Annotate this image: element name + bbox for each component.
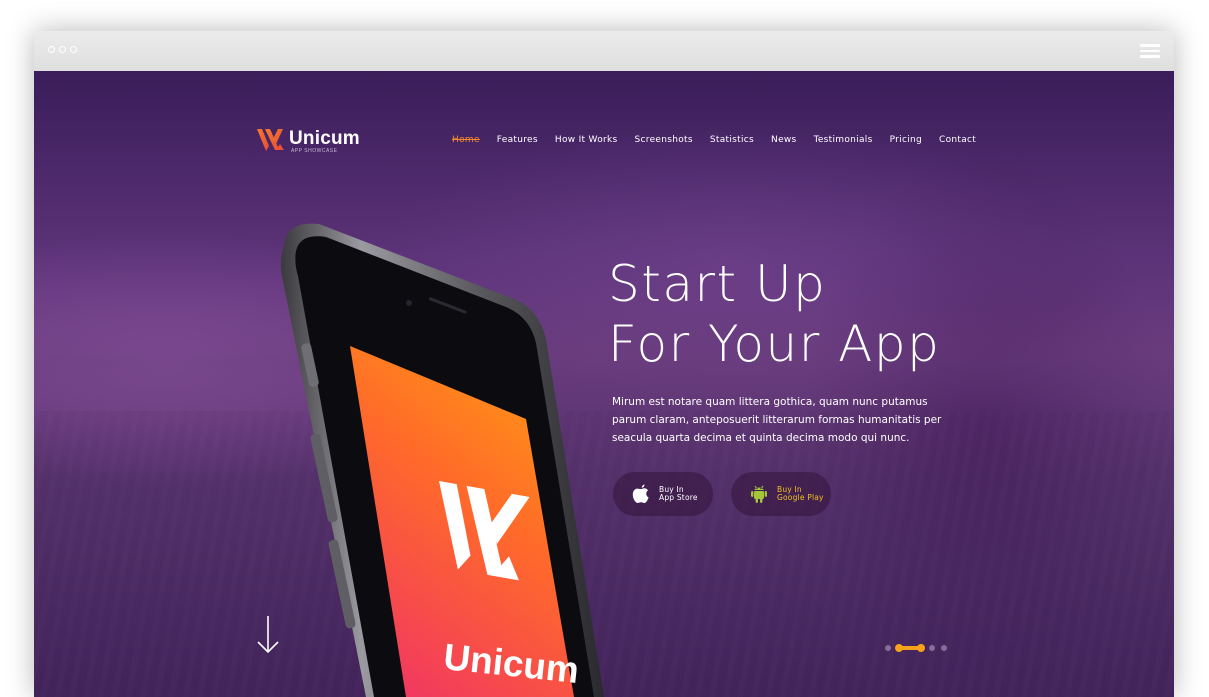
slider-dot-active[interactable]	[895, 644, 925, 652]
logo-name: Unicum	[289, 128, 360, 149]
main-nav: Home Features How It Works Screenshots S…	[452, 135, 976, 145]
nav-item-screenshots[interactable]: Screenshots	[635, 135, 693, 145]
nav-item-testimonials[interactable]: Testimonials	[814, 135, 873, 145]
browser-chrome	[34, 31, 1174, 72]
browser-window: Unicum APP SHOWCASE Home Features How It…	[34, 31, 1174, 697]
app-store-button[interactable]: Buy In App Store	[613, 472, 713, 516]
hero-description: Mirum est notare quam littera gothica, q…	[612, 396, 942, 444]
apple-icon	[629, 482, 653, 506]
slider-pagination	[885, 644, 947, 652]
nav-item-how-it-works[interactable]: How It Works	[555, 135, 618, 145]
nav-item-features[interactable]: Features	[497, 135, 538, 145]
phone-mockup	[280, 223, 604, 697]
android-icon	[747, 482, 771, 506]
google-play-button[interactable]: Buy In Google Play	[731, 472, 831, 516]
google-play-line-2: Google Play	[777, 493, 824, 502]
nav-item-pricing[interactable]: Pricing	[890, 135, 922, 145]
headline-line-1: Start Up	[608, 255, 827, 313]
slider-dot[interactable]	[885, 645, 891, 651]
app-store-line-2: App Store	[659, 493, 698, 502]
logo-tagline: APP SHOWCASE	[291, 148, 338, 154]
window-dot-icon[interactable]	[59, 46, 66, 53]
window-dot-icon[interactable]	[48, 46, 55, 53]
nav-item-news[interactable]: News	[771, 135, 797, 145]
nav-item-statistics[interactable]: Statistics	[710, 135, 754, 145]
arrow-down-icon[interactable]	[256, 614, 280, 656]
window-dot-icon[interactable]	[70, 46, 77, 53]
phone-screen-brand: Unicum	[441, 636, 581, 691]
slider-dot[interactable]	[941, 645, 947, 651]
hero-section: Unicum APP SHOWCASE Home Features How It…	[34, 71, 1174, 697]
hamburger-menu-icon[interactable]	[1140, 44, 1160, 58]
slider-dot[interactable]	[929, 645, 935, 651]
headline-line-2: For Your App	[608, 315, 941, 373]
hero-headline: Start Up For Your App	[608, 254, 940, 374]
window-controls	[48, 46, 77, 53]
nav-item-home[interactable]: Home	[452, 135, 480, 145]
unicum-logo-icon	[257, 129, 284, 151]
nav-item-contact[interactable]: Contact	[939, 135, 976, 145]
